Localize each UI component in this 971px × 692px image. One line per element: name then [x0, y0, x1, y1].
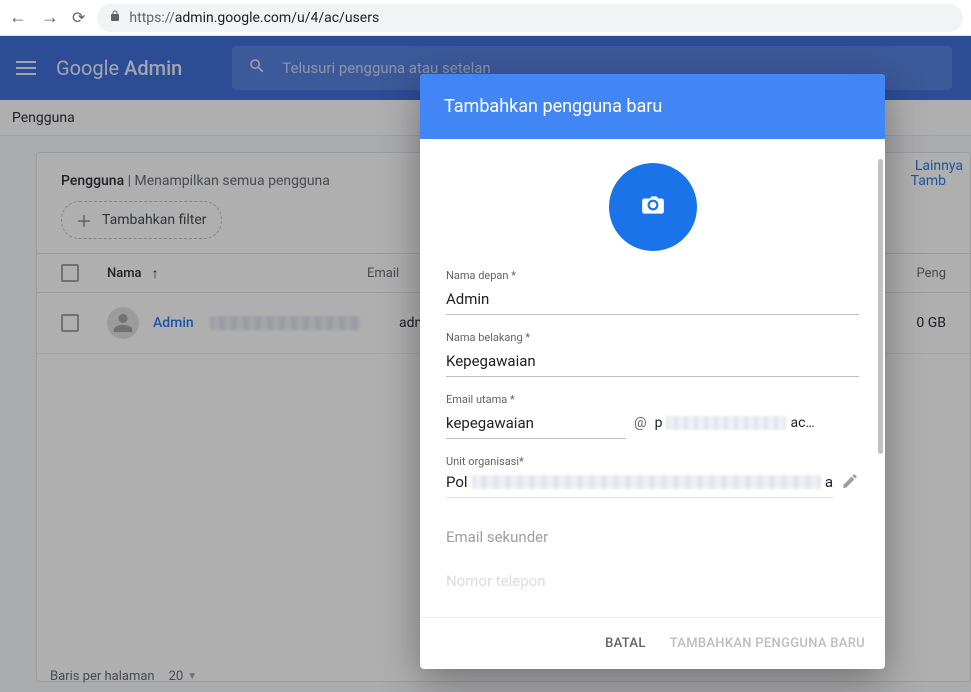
reload-button[interactable]: ⟳ — [72, 8, 85, 27]
lock-icon — [109, 10, 121, 25]
url-text: https://admin.google.com/u/4/ac/users — [129, 10, 379, 26]
address-bar[interactable]: https://admin.google.com/u/4/ac/users — [97, 4, 963, 32]
first-name-input[interactable] — [446, 286, 859, 315]
redacted-text — [472, 475, 821, 489]
camera-icon — [640, 192, 666, 222]
dialog-title: Tambahkan pengguna baru — [420, 74, 885, 139]
dialog-footer: BATAL TAMBAHKAN PENGGUNA BARU — [420, 617, 885, 669]
last-name-input[interactable] — [446, 348, 859, 377]
scrollbar[interactable] — [878, 159, 883, 454]
primary-email-input[interactable] — [446, 410, 626, 439]
cancel-button[interactable]: BATAL — [605, 636, 646, 651]
org-unit-value: Pol a — [446, 473, 833, 498]
back-button[interactable]: ← — [8, 7, 28, 28]
primary-email-label: Email utama * — [446, 393, 859, 406]
upload-photo-button[interactable] — [609, 163, 697, 251]
forward-button[interactable]: → — [40, 7, 60, 28]
edit-org-button[interactable] — [841, 472, 859, 498]
phone-input[interactable] — [446, 568, 859, 596]
org-unit-label: Unit organisasi* — [446, 455, 859, 468]
at-symbol: @ — [634, 415, 647, 439]
secondary-email-input[interactable] — [446, 524, 859, 552]
add-user-dialog: Tambahkan pengguna baru Nama depan * Nam… — [420, 74, 885, 669]
browser-toolbar: ← → ⟳ https://admin.google.com/u/4/ac/us… — [0, 0, 971, 36]
email-domain-select[interactable]: p ac… — [655, 415, 859, 439]
first-name-label: Nama depan * — [446, 269, 859, 282]
last-name-label: Nama belakang * — [446, 331, 859, 344]
submit-button[interactable]: TAMBAHKAN PENGGUNA BARU — [670, 636, 865, 651]
redacted-text — [666, 416, 786, 430]
